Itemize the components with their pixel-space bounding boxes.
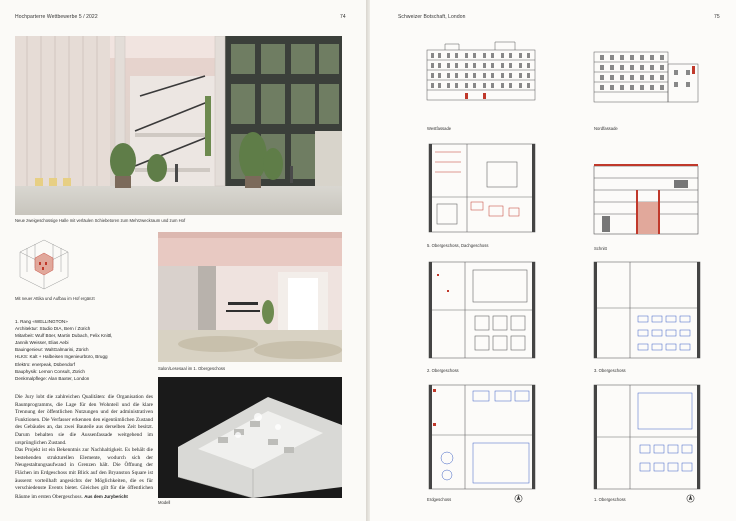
hall-caption: Neue zweigeschossige Halle mit verläulen… [15,218,186,223]
credit-line: HLKS: Kalt + Halbeisen Ingenieurbüro, Br… [15,354,108,360]
salon-caption: Salon/Lesesaal im 1. Obergeschoss [158,366,226,371]
credit-line: Denkmalpflege: Alan Baxter, London [15,375,90,381]
credit-line: Bauphysik: Lemon Consult, Zürich [15,368,85,374]
section-caption: Schnitt [594,246,607,251]
credit-line: Bauingenieur: WaltGalmarini, Zürich [15,347,89,353]
north-arrow-icon [514,494,523,503]
west-facade-caption: Westfassade [427,126,452,131]
right-page: Schweizer Botschaft, London 75 Westfassa… [370,0,736,521]
hall-photo [15,36,342,215]
jury-paragraph: Die Jury lobt die zahlreichen Qualitäten… [15,394,153,446]
axonometric-drawing [19,239,69,290]
jury-paragraph: Das Projekt ist ein Bekenntnis zur Nachh… [15,447,153,500]
left-page: Hochparterre Wettbewerbe 5 / 2022 74 Neu… [0,0,366,521]
axo-caption: Mit neuer Attika und Aufbau im Hof ergän… [15,296,95,301]
plan-2og-caption: 2. Obergeschoss [427,368,459,373]
plan-3og-caption: 3. Obergeschoss [594,368,626,373]
north-facade-caption: Nordfassade [594,126,618,131]
right-page-number: 75 [714,14,720,20]
plan-1og-drawing [593,384,701,490]
plan-1og-caption: 1. Obergeschoss [594,497,626,502]
plan-5og-caption: 5. Obergeschoss, Dachgeschoss [427,243,489,248]
credit-line: 1. Rang «WELLINGTON» [15,319,68,324]
plan-5og-drawing [428,143,536,233]
north-arrow-icon [686,494,695,503]
model-photo [158,377,342,498]
magazine-spread: Hochparterre Wettbewerbe 5 / 2022 74 Neu… [0,0,736,521]
credit-line: Architektur: Studio DIA, Bern / Zürich [15,326,91,332]
plan-3og-drawing [593,261,701,359]
jury-source: Aus dem Jurybericht [84,493,128,499]
west-facade-drawing [426,41,536,101]
credit-line: Mitarbeit: Wulf Böer, Martin Dubach, Fel… [15,333,113,339]
plan-eg-caption: Erdgeschoss [427,497,452,502]
salon-photo [158,232,342,362]
model-caption: Modell [158,500,171,505]
credit-line: Jannik Weisser, Elias Aebi [15,340,69,346]
right-header-title: Schweizer Botschaft, London [398,14,466,20]
north-facade-drawing [593,51,699,103]
plan-2og-drawing [428,261,536,359]
left-header-title: Hochparterre Wettbewerbe 5 / 2022 [15,14,98,20]
jury-text: Die Jury lobt die zahlreichen Qualitäten… [15,394,153,501]
project-credits: 1. Rang «WELLINGTON» Architektur: Studio… [15,318,155,382]
section-drawing [593,164,699,235]
plan-eg-drawing [428,384,536,490]
left-page-number: 74 [340,14,346,20]
credit-line: Elektro: enerpeak, Dübendorf [15,361,76,367]
